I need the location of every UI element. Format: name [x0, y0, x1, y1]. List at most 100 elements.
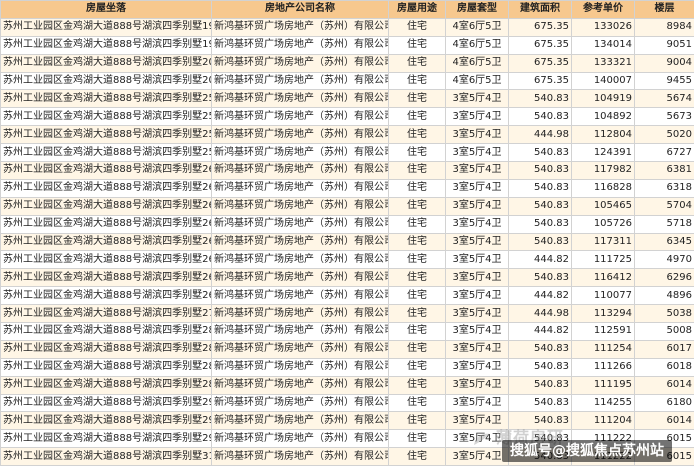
cell-usage: 住宅 — [388, 393, 446, 413]
cell-usage: 住宅 — [388, 89, 446, 109]
table-row: 苏州工业园区金鸡湖大道888号湖滨四季别墅200幢 新鸿基环贸广场房地产（苏州）有… — [0, 53, 694, 73]
header-usage: 房屋用途 — [388, 0, 446, 19]
cell-address: 苏州工业园区金鸡湖大道888号湖滨四季别墅267幢 — [0, 250, 212, 270]
cell-floor: 5673 — [634, 107, 694, 127]
cell-usage: 住宅 — [388, 304, 446, 324]
cell-layout: 3室5厅4卫 — [445, 286, 509, 306]
cell-company: 新鸿基环贸广场房地产（苏州）有限公司 — [211, 322, 389, 341]
cell-address: 苏州工业园区金鸡湖大道888号湖滨四季别墅263幢 — [0, 196, 212, 216]
cell-floor: 5718 — [634, 214, 694, 234]
source-credit: 搜狐号@搜狐焦点苏州站 — [502, 440, 672, 462]
cell-usage: 住宅 — [388, 232, 446, 252]
cell-unit-price: 111195 — [571, 375, 635, 395]
cell-area: 444.82 — [508, 322, 572, 341]
cell-area: 675.35 — [508, 35, 572, 55]
cell-area: 540.83 — [508, 89, 572, 109]
cell-company: 新鸿基环贸广场房地产（苏州）有限公司 — [211, 232, 389, 252]
cell-area: 540.83 — [508, 375, 572, 395]
cell-usage: 住宅 — [388, 322, 446, 341]
table-row: 苏州工业园区金鸡湖大道888号湖滨四季别墅208幢 新鸿基环贸广场房地产（苏州）有… — [0, 71, 694, 91]
cell-unit-price: 105726 — [571, 214, 635, 234]
cell-unit-price: 117311 — [571, 232, 635, 252]
cell-usage: 住宅 — [388, 250, 446, 270]
cell-layout: 3室5厅4卫 — [445, 232, 509, 252]
header-layout: 房屋套型 — [445, 0, 509, 19]
table-row: 苏州工业园区金鸡湖大道888号湖滨四季别墅199幢 新鸿基环贸广场房地产（苏州）有… — [0, 35, 694, 55]
cell-layout: 3室5厅4卫 — [445, 125, 509, 145]
table-row: 苏州工业园区金鸡湖大道888号湖滨四季别墅265幢 新鸿基环贸广场房地产（苏州）有… — [0, 214, 694, 234]
cell-area: 540.83 — [508, 196, 572, 216]
cell-address: 苏州工业园区金鸡湖大道888号湖滨四季别墅198幢 — [0, 17, 212, 37]
cell-floor: 5020 — [634, 125, 694, 145]
cell-address: 苏州工业园区金鸡湖大道888号湖滨四季别墅289幢 — [0, 375, 212, 395]
cell-address: 苏州工业园区金鸡湖大道888号湖滨四季别墅283幢 — [0, 322, 212, 341]
cell-company: 新鸿基环贸广场房地产（苏州）有限公司 — [211, 143, 389, 163]
cell-unit-price: 112804 — [571, 125, 635, 145]
cell-company: 新鸿基环贸广场房地产（苏州）有限公司 — [211, 286, 389, 306]
header-floor: 楼层 — [634, 0, 694, 19]
cell-usage: 住宅 — [388, 357, 446, 377]
cell-usage: 住宅 — [388, 196, 446, 216]
cell-usage: 住宅 — [388, 71, 446, 91]
cell-address: 苏州工业园区金鸡湖大道888号湖滨四季别墅260幢 — [0, 161, 212, 180]
cell-layout: 3室5厅4卫 — [445, 143, 509, 163]
cell-area: 540.83 — [508, 393, 572, 413]
cell-layout: 3室5厅4卫 — [445, 107, 509, 127]
cell-unit-price: 104919 — [571, 89, 635, 109]
cell-unit-price: 114255 — [571, 393, 635, 413]
cell-unit-price: 110077 — [571, 286, 635, 306]
cell-address: 苏州工业园区金鸡湖大道888号湖滨四季别墅266幢 — [0, 232, 212, 252]
cell-company: 新鸿基环贸广场房地产（苏州）有限公司 — [211, 268, 389, 288]
cell-area: 444.82 — [508, 250, 572, 270]
cell-company: 新鸿基环贸广场房地产（苏州）有限公司 — [211, 429, 389, 449]
cell-area: 675.35 — [508, 53, 572, 73]
cell-address: 苏州工业园区金鸡湖大道888号湖滨四季别墅262幢 — [0, 178, 212, 198]
cell-usage: 住宅 — [388, 429, 446, 449]
cell-usage: 住宅 — [388, 214, 446, 234]
cell-layout: 3室5厅4卫 — [445, 304, 509, 324]
header-row: 房屋坐落 房地产公司名称 房屋用途 房屋套型 建筑面积 参考单价 楼层 — [0, 0, 694, 19]
cell-unit-price: 133321 — [571, 53, 635, 73]
table-row: 苏州工业园区金鸡湖大道888号湖滨四季别墅266幢 新鸿基环贸广场房地产（苏州）有… — [0, 232, 694, 252]
cell-address: 苏州工业园区金鸡湖大道888号湖滨四季别墅256幢 — [0, 125, 212, 145]
cell-unit-price: 124391 — [571, 143, 635, 163]
cell-address: 苏州工业园区金鸡湖大道888号湖滨四季别墅269幢 — [0, 286, 212, 306]
table-row: 苏州工业园区金鸡湖大道888号湖滨四季别墅291幢 新鸿基环贸广场房地产（苏州）有… — [0, 411, 694, 431]
cell-floor: 8984 — [634, 17, 694, 37]
cell-layout: 3室5厅4卫 — [445, 393, 509, 413]
cell-floor: 4896 — [634, 286, 694, 306]
cell-company: 新鸿基环贸广场房地产（苏州）有限公司 — [211, 304, 389, 324]
table-row: 苏州工业园区金鸡湖大道888号湖滨四季别墅267幢 新鸿基环贸广场房地产（苏州）有… — [0, 250, 694, 270]
cell-company: 新鸿基环贸广场房地产（苏州）有限公司 — [211, 53, 389, 73]
cell-unit-price: 105465 — [571, 196, 635, 216]
cell-area: 540.83 — [508, 178, 572, 198]
table-row: 苏州工业园区金鸡湖大道888号湖滨四季别墅269幢 新鸿基环贸广场房地产（苏州）有… — [0, 286, 694, 306]
cell-floor: 6318 — [634, 178, 694, 198]
cell-company: 新鸿基环贸广场房地产（苏州）有限公司 — [211, 411, 389, 431]
cell-unit-price: 111204 — [571, 411, 635, 431]
cell-company: 新鸿基环贸广场房地产（苏州）有限公司 — [211, 357, 389, 377]
table-row: 苏州工业园区金鸡湖大道888号湖滨四季别墅268幢 新鸿基环贸广场房地产（苏州）有… — [0, 268, 694, 288]
cell-company: 新鸿基环贸广场房地产（苏州）有限公司 — [211, 447, 389, 467]
cell-usage: 住宅 — [388, 268, 446, 288]
cell-area: 540.83 — [508, 232, 572, 252]
cell-usage: 住宅 — [388, 53, 446, 73]
cell-area: 444.82 — [508, 286, 572, 306]
cell-address: 苏州工业园区金鸡湖大道888号湖滨四季别墅200幢 — [0, 53, 212, 73]
cell-company: 新鸿基环贸广场房地产（苏州）有限公司 — [211, 35, 389, 55]
cell-unit-price: 133026 — [571, 17, 635, 37]
cell-address: 苏州工业园区金鸡湖大道888号湖滨四季别墅268幢 — [0, 268, 212, 288]
cell-floor: 9051 — [634, 35, 694, 55]
cell-company: 新鸿基环贸广场房地产（苏州）有限公司 — [211, 89, 389, 109]
cell-layout: 3室5厅4卫 — [445, 322, 509, 341]
cell-floor: 5674 — [634, 89, 694, 109]
cell-layout: 3室5厅4卫 — [445, 447, 509, 467]
cell-area: 540.83 — [508, 143, 572, 163]
cell-floor: 6180 — [634, 393, 694, 413]
cell-unit-price: 113294 — [571, 304, 635, 324]
cell-usage: 住宅 — [388, 125, 446, 145]
cell-company: 新鸿基环贸广场房地产（苏州）有限公司 — [211, 214, 389, 234]
cell-usage: 住宅 — [388, 17, 446, 37]
cell-floor: 9455 — [634, 71, 694, 91]
header-address: 房屋坐落 — [0, 0, 212, 19]
